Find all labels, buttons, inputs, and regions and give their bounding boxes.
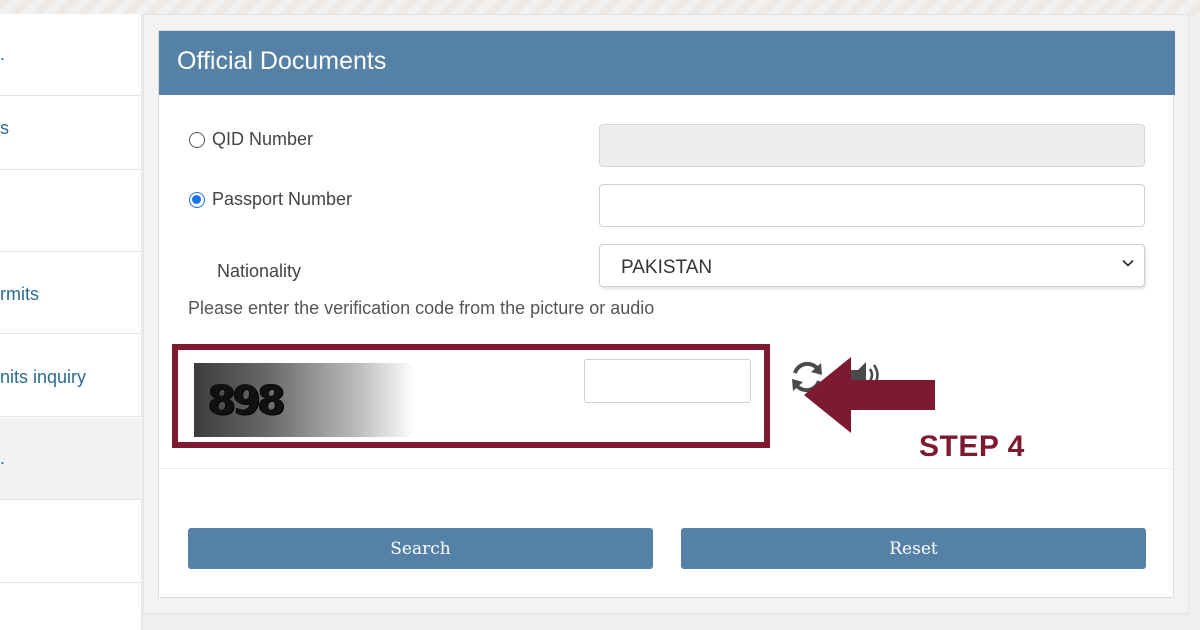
sidebar-item-label: nits inquiry	[0, 367, 87, 387]
passport-number-input[interactable]	[599, 184, 1145, 227]
nationality-label: Nationality	[217, 261, 302, 281]
sidebar-item-official-documents[interactable]: .	[0, 418, 142, 500]
card-header: Official Documents	[159, 31, 1175, 95]
captcha-code: 898	[208, 378, 285, 424]
page-title: Official Documents	[177, 47, 387, 75]
verification-prompt: Please enter the verification code from …	[188, 298, 655, 318]
official-documents-card: Official Documents QID Number Passport N…	[158, 30, 1175, 598]
sidebar-item-label: .	[0, 44, 6, 64]
step-label: STEP 4	[919, 430, 1025, 463]
sidebar-item-1[interactable]: .	[0, 14, 142, 96]
sidebar-item-label: .	[0, 448, 6, 468]
arrow-left-icon	[804, 357, 935, 433]
qid-input[interactable]	[599, 124, 1145, 167]
nationality-select[interactable]: PAKISTAN	[599, 244, 1145, 287]
sidebar-item-2[interactable]: s	[0, 88, 142, 170]
qid-radio[interactable]	[189, 131, 205, 148]
sidebar-item-permits-inquiry[interactable]: nits inquiry	[0, 335, 142, 417]
sidebar-item-permits[interactable]: rmits	[0, 252, 142, 334]
chevron-down-icon	[1122, 259, 1134, 267]
captcha-input[interactable]	[584, 359, 751, 403]
qid-option[interactable]: QID Number	[189, 129, 313, 150]
search-button[interactable]: Search	[188, 528, 653, 569]
divider	[159, 468, 1175, 469]
sidebar-item-label: rmits	[0, 284, 39, 304]
sidebar: . s rmits nits inquiry .	[0, 14, 142, 630]
passport-option[interactable]: Passport Number	[189, 189, 352, 210]
sidebar-item-label: s	[0, 118, 9, 138]
qid-label: QID Number	[212, 129, 314, 149]
nationality-value: PAKISTAN	[621, 257, 713, 278]
passport-label: Passport Number	[212, 189, 353, 209]
captcha-image: 898	[194, 363, 414, 437]
step-highlight-frame: 898	[172, 344, 770, 448]
passport-radio[interactable]	[189, 191, 205, 208]
reset-button[interactable]: Reset	[681, 528, 1146, 569]
sidebar-item-3[interactable]	[0, 170, 142, 252]
sidebar-item-7[interactable]	[0, 501, 142, 583]
